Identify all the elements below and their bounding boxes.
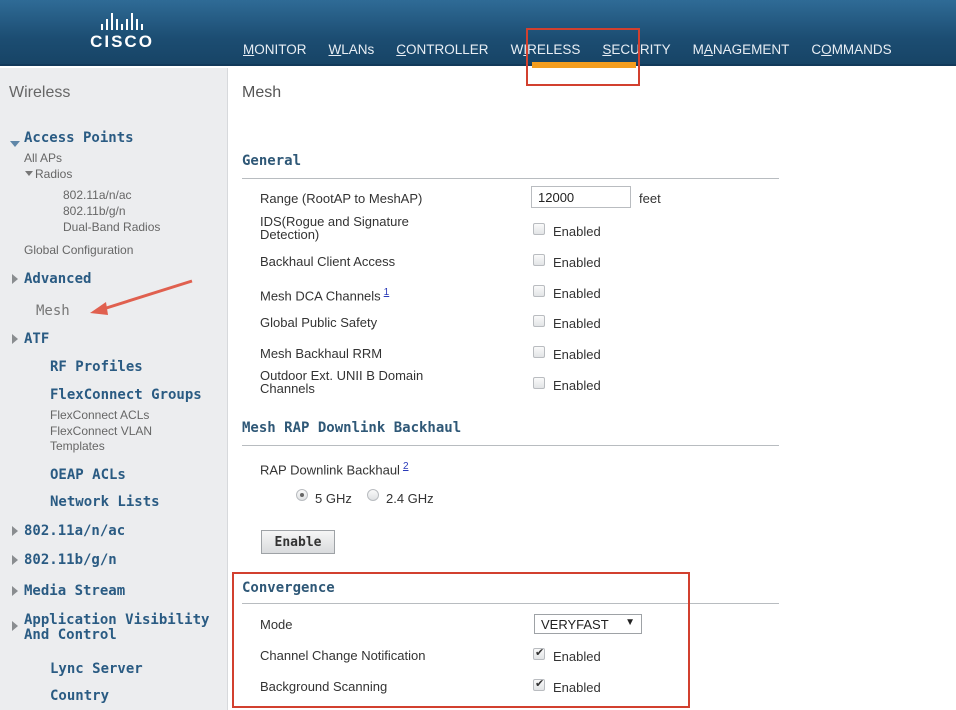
main-content: Mesh General Range (RootAP to MeshAP) fe… <box>229 68 956 710</box>
expand-right-icon[interactable] <box>12 555 18 565</box>
ids-checkbox[interactable] <box>533 223 545 235</box>
convergence-highlight-box <box>232 572 690 708</box>
rap-label-text: RAP Downlink Backhaul <box>260 462 400 478</box>
outdoor-label: Outdoor Ext. UNII B Domain Channels <box>260 369 423 395</box>
ids-enabled-label: Enabled <box>553 224 601 239</box>
sidebar-item-flexconnect-groups[interactable]: FlexConnect Groups <box>50 387 202 403</box>
annotation-arrow-icon <box>90 279 193 315</box>
cisco-logo: CISCO <box>82 12 162 52</box>
sidebar-item-flexconnect-vlan[interactable]: FlexConnect VLAN <box>50 424 152 438</box>
page-title: Mesh <box>242 84 282 101</box>
sidebar-item-media-stream[interactable]: Media Stream <box>24 583 125 599</box>
sidebar-title: Wireless <box>9 84 71 101</box>
radio-24ghz[interactable] <box>367 489 379 501</box>
sidebar-item-global-config[interactable]: Global Configuration <box>24 243 133 257</box>
sidebar-item-radios[interactable]: Radios <box>35 167 72 181</box>
enable-button[interactable]: Enable <box>261 530 335 554</box>
nav-wlans[interactable]: WLANs <box>329 42 375 57</box>
rap-help-link[interactable]: 2 <box>403 461 409 472</box>
rap-label: RAP Downlink Backhaul 2 <box>260 460 409 476</box>
nav-management[interactable]: MANAGEMENT <box>693 42 790 57</box>
backhaul-client-checkbox[interactable] <box>533 254 545 266</box>
backhaul-rrm-label: Mesh Backhaul RRM <box>260 346 383 361</box>
sidebar-item-mesh[interactable]: Mesh <box>36 303 70 319</box>
radio-5ghz[interactable] <box>296 489 308 501</box>
dca-label: Mesh DCA Channels 1 <box>260 286 389 302</box>
ids-label-line2: Detection) <box>260 227 320 242</box>
nav-monitor[interactable]: MONITOR <box>243 42 307 57</box>
expand-right-icon[interactable] <box>12 274 18 284</box>
sidebar-item-avc-line2: And Control <box>24 627 117 643</box>
sidebar-item-atf[interactable]: ATF <box>24 331 49 347</box>
cisco-logo-text: CISCO <box>90 32 154 51</box>
public-safety-label: Global Public Safety <box>260 315 378 330</box>
expand-right-icon[interactable] <box>12 621 18 631</box>
sidebar-item-advanced[interactable]: Advanced <box>24 271 91 287</box>
sidebar-item-80211b[interactable]: 802.11b/g/n <box>24 552 117 568</box>
public-safety-checkbox[interactable] <box>533 315 545 327</box>
nav-commands[interactable]: COMMANDS <box>811 42 891 57</box>
ids-label: IDS(Rogue and Signature Detection) <box>260 215 409 241</box>
backhaul-client-label: Backhaul Client Access <box>260 254 396 269</box>
sidebar: Wireless Access Points All APs Radios 80… <box>0 68 228 710</box>
sidebar-item-rf-profiles[interactable]: RF Profiles <box>50 359 143 375</box>
radio-5ghz-label: 5 GHz <box>315 491 352 506</box>
divider <box>242 445 779 446</box>
backhaul-rrm-enabled-label: Enabled <box>553 347 601 362</box>
dca-enabled-label: Enabled <box>553 286 601 301</box>
sidebar-item-network-lists[interactable]: Network Lists <box>50 494 160 510</box>
dca-label-text: Mesh DCA Channels <box>260 288 381 304</box>
divider <box>242 178 779 179</box>
expand-right-icon[interactable] <box>12 526 18 536</box>
dca-checkbox[interactable] <box>533 285 545 297</box>
general-heading: General <box>242 153 302 169</box>
range-unit: feet <box>639 191 661 206</box>
sidebar-item-country[interactable]: Country <box>50 688 109 704</box>
expand-down-small-icon[interactable] <box>25 171 33 176</box>
range-label: Range (RootAP to MeshAP) <box>260 191 423 206</box>
sidebar-item-radio-b[interactable]: 802.11b/g/n <box>63 204 126 218</box>
cisco-logo-bars <box>82 12 162 30</box>
outdoor-enabled-label: Enabled <box>553 378 601 393</box>
sidebar-item-dual-band[interactable]: Dual-Band Radios <box>63 220 160 234</box>
outdoor-label-line2: Channels <box>260 381 315 396</box>
radio-24ghz-label: 2.4 GHz <box>386 491 434 506</box>
backhaul-client-enabled-label: Enabled <box>553 255 601 270</box>
range-input[interactable] <box>531 186 631 208</box>
expand-down-icon[interactable] <box>10 141 20 147</box>
sidebar-item-avc[interactable]: Application Visibility And Control <box>24 613 209 643</box>
sidebar-item-access-points[interactable]: Access Points <box>24 130 134 146</box>
expand-right-icon[interactable] <box>12 586 18 596</box>
backhaul-rrm-checkbox[interactable] <box>533 346 545 358</box>
sidebar-item-lync-server[interactable]: Lync Server <box>50 661 143 677</box>
rap-heading: Mesh RAP Downlink Backhaul <box>242 420 462 436</box>
sidebar-item-80211a[interactable]: 802.11a/n/ac <box>24 523 125 539</box>
public-safety-enabled-label: Enabled <box>553 316 601 331</box>
expand-right-icon[interactable] <box>12 334 18 344</box>
sidebar-item-all-aps[interactable]: All APs <box>24 151 62 165</box>
sidebar-item-flexconnect-vlan-templates[interactable]: Templates <box>50 439 105 453</box>
sidebar-item-avc-line1: Application Visibility <box>24 612 210 628</box>
outdoor-checkbox[interactable] <box>533 377 545 389</box>
sidebar-item-oeap-acls[interactable]: OEAP ACLs <box>50 467 126 483</box>
nav-controller[interactable]: CONTROLLER <box>396 42 488 57</box>
sidebar-item-radio-a[interactable]: 802.11a/n/ac <box>63 188 132 202</box>
sidebar-item-flexconnect-acls[interactable]: FlexConnect ACLs <box>50 408 149 422</box>
top-navigation-bar: CISCO MONITOR WLANs CONTROLLER WIRELESS … <box>0 0 956 66</box>
dca-help-link[interactable]: 1 <box>384 287 390 298</box>
